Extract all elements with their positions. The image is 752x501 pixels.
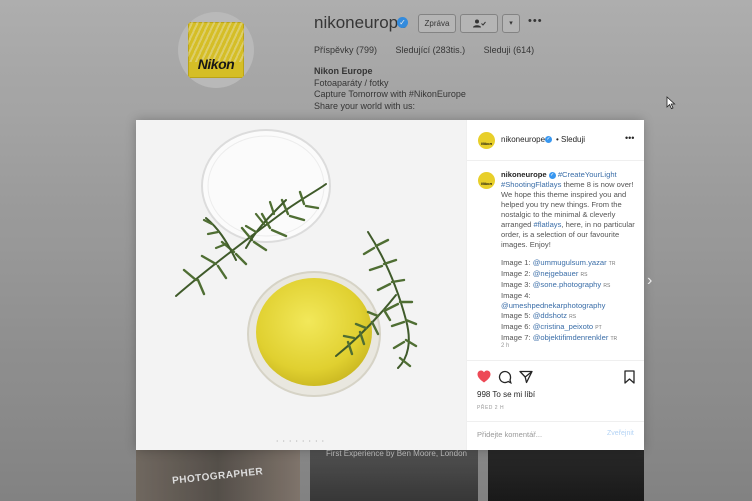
caption-avatar[interactable]: Nikon: [478, 172, 495, 189]
credit-label: Image 6:: [501, 322, 531, 331]
country-code: RS: [569, 314, 577, 320]
share-icon[interactable]: [519, 370, 533, 384]
credit-handle-link[interactable]: @objektifimdenrenkler: [533, 333, 609, 342]
comment-box: Přidejte komentář... Zveřejnit: [467, 421, 644, 452]
bookmark-icon[interactable]: [624, 370, 635, 384]
credit-line: Image 4:: [501, 291, 636, 301]
credit-line: Image 3: @sone.photography RS: [501, 280, 636, 291]
country-code: PT: [595, 325, 602, 331]
caption-timestamp: 2 h: [501, 343, 510, 349]
comment-input[interactable]: Přidejte komentář...: [477, 430, 542, 439]
credit-handle-link[interactable]: @umeshpednekarphotography: [501, 301, 605, 310]
verified-badge-icon: ✓: [548, 171, 556, 179]
more-options-icon[interactable]: •••: [625, 133, 634, 143]
hashtag-link[interactable]: #ShootingFlatlays: [501, 180, 561, 189]
credit-line: Image 5: @ddshotz RS: [501, 311, 636, 322]
separator-dot: •: [556, 135, 559, 144]
verified-badge-icon: ✓: [545, 136, 552, 143]
credit-handle-link[interactable]: @sone.photography: [533, 280, 602, 289]
country-code: RS: [580, 272, 588, 278]
post-caption: nikoneurope ✓ #CreateYourLight #Shooting…: [501, 170, 636, 344]
next-post-arrow-icon[interactable]: ›: [647, 272, 652, 290]
credit-label: Image 4:: [501, 291, 531, 300]
country-code: RS: [603, 283, 611, 289]
credit-line: Image 1: @ummugulsum.yazar TR: [501, 258, 636, 269]
caption-username[interactable]: nikoneurope: [501, 170, 547, 179]
credit-label: Image 1:: [501, 258, 531, 267]
credit-handle-link[interactable]: @ddshotz: [533, 311, 567, 320]
hashtag-link[interactable]: #flatlays: [534, 220, 562, 229]
credit-label: Image 3:: [501, 280, 531, 289]
following-label: Sleduji: [561, 135, 586, 144]
post-photo[interactable]: • • • • • • • •: [136, 120, 466, 450]
post-comment-button[interactable]: Zveřejnit: [607, 430, 634, 437]
credit-handle-link[interactable]: @cristina_peixoto: [533, 322, 593, 331]
credit-line: Image 6: @cristina_peixoto PT: [501, 322, 636, 333]
credit-handle-link[interactable]: @nejgebauer: [533, 269, 579, 278]
post-modal: • • • • • • • • Nikon nikoneurope ✓ • Sl…: [136, 120, 644, 450]
credit-line: Image 2: @nejgebauer RS: [501, 269, 636, 280]
hashtag-link[interactable]: #CreateYourLight: [558, 170, 617, 179]
credit-label: Image 7:: [501, 333, 531, 342]
credit-line: @umeshpednekarphotography: [501, 301, 636, 311]
rosemary-oil-illustration: [136, 120, 466, 450]
heart-icon[interactable]: [477, 370, 491, 383]
carousel-indicator: • • • • • • • •: [276, 438, 326, 443]
post-header: Nikon nikoneurope ✓ • Sleduji •••: [467, 120, 644, 161]
post-actions: 998 To se mi líbí PŘED 2 H Přidejte kome…: [467, 360, 644, 451]
following-status[interactable]: • Sleduji: [556, 135, 585, 144]
country-code: TR: [610, 336, 618, 342]
post-sidebar: Nikon nikoneurope ✓ • Sleduji ••• Nikon …: [466, 120, 644, 450]
credit-label: Image 2:: [501, 269, 531, 278]
mouse-cursor-icon: [666, 96, 676, 110]
likes-count[interactable]: 998 To se mi líbí: [477, 390, 535, 399]
post-date: PŘED 2 H: [477, 405, 505, 411]
credit-label: Image 5:: [501, 311, 531, 320]
credit-line: Image 7: @objektifimdenrenkler TR: [501, 333, 636, 344]
author-avatar[interactable]: Nikon: [478, 132, 495, 149]
comment-icon[interactable]: [498, 370, 512, 384]
credit-handle-link[interactable]: @ummugulsum.yazar: [533, 258, 607, 267]
author-username[interactable]: nikoneurope: [501, 135, 545, 144]
country-code: TR: [608, 261, 616, 267]
